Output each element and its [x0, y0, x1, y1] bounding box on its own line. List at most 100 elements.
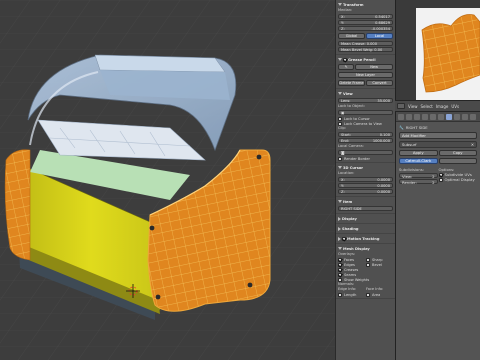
transform-header[interactable]: Transform [338, 1, 393, 8]
edges-checkbox[interactable]: Edges [338, 262, 365, 267]
expand-triangle-icon [338, 3, 342, 6]
cursor-header[interactable]: 3D Cursor [338, 164, 393, 171]
render-tab-icon[interactable] [398, 113, 404, 120]
item-name-field[interactable]: RIGHT SIDE [338, 206, 393, 211]
grease-pencil-section: Grease Pencil ✎ New New Layer Delete Fra… [336, 55, 395, 89]
object-tab-icon[interactable] [430, 113, 436, 120]
uv-menu-view[interactable]: View [408, 104, 418, 109]
expand-triangle-icon [338, 58, 342, 61]
item-section: Item RIGHT SIDE [336, 197, 395, 214]
shading-section: Shading [336, 224, 395, 234]
render-border-checkbox[interactable]: Render Border [338, 156, 393, 161]
convert-button[interactable]: Convert [366, 80, 393, 86]
uv-image-editor[interactable] [395, 0, 480, 100]
modifier-header[interactable]: Subsurf ✕ [399, 141, 477, 148]
cursor-x-field[interactable]: X: 0.0000 [338, 177, 393, 182]
expand-triangle-icon [338, 200, 342, 203]
view-header[interactable]: View [338, 90, 393, 97]
grease-pencil-new-button[interactable]: New [355, 64, 393, 70]
global-button[interactable]: Global [338, 33, 365, 39]
new-layer-button[interactable]: New Layer [338, 72, 393, 78]
object-breadcrumb: 🔧 RIGHT SIDE [399, 125, 428, 130]
panel-bolt [149, 225, 155, 231]
median-x-field[interactable]: X: 0.54017 [338, 14, 393, 19]
lock-object-field[interactable]: ▣ [338, 110, 393, 115]
scene-tab-icon[interactable] [414, 113, 420, 120]
grease-pencil-header[interactable]: Grease Pencil [338, 56, 393, 63]
world-tab-icon[interactable] [422, 113, 428, 120]
shading-header[interactable]: Shading [338, 225, 393, 232]
mesh-display-section: Mesh Display Overlays: Faces Sharp Edges… [336, 244, 395, 299]
close-icon[interactable]: ✕ [471, 142, 474, 147]
simple-button[interactable] [438, 158, 477, 164]
cursor-section: 3D Cursor Location: X: 0.0000 Y: 0.0000 Z:… [336, 163, 395, 197]
lock-to-object-label: Lock to Object: [338, 104, 366, 108]
motion-tracking-section: Motion Tracking [336, 234, 395, 244]
mean-bevel-field[interactable]: Mean Bevel Weig: 0.00 [338, 47, 393, 52]
pencil-icon[interactable]: ✎ [338, 64, 355, 70]
display-section: Display [336, 214, 395, 224]
transform-section: Transform Median: X: 0.54017 Y: 0.68629 Z:… [336, 0, 395, 55]
grease-pencil-checkbox[interactable] [343, 57, 347, 62]
canopy-top [94, 54, 226, 73]
motion-tracking-header[interactable]: Motion Tracking [338, 235, 393, 242]
clip-start-field[interactable]: Start: 0.100 [338, 132, 393, 137]
add-modifier-dropdown[interactable]: Add Modifier [399, 132, 477, 139]
viewport-scene [0, 0, 335, 360]
wrench-icon: 🔧 [399, 125, 404, 130]
local-button[interactable]: Local [366, 33, 393, 39]
cursor-z-field[interactable]: Z: 0.0000 [338, 189, 393, 194]
render-levels-field[interactable]: Render: 2 [399, 179, 438, 185]
mean-crease-field[interactable]: Mean Crease: 0.000 [338, 41, 393, 46]
expand-triangle-icon [338, 166, 342, 169]
motion-tracking-checkbox[interactable] [342, 236, 346, 241]
properties-tabs [396, 112, 480, 122]
collapse-triangle-icon [338, 216, 341, 221]
view-levels-field[interactable]: View: 2 [399, 173, 438, 179]
clip-end-field[interactable]: End: 1000.000 [338, 138, 393, 143]
lens-field[interactable]: Lens: 35.000 [338, 98, 393, 103]
editor-type-icon[interactable] [397, 103, 405, 109]
camera-icon: ◙ [341, 151, 345, 155]
median-z-field[interactable]: Z: -0.000354 [338, 26, 393, 31]
median-label: Median: [338, 8, 353, 12]
panel-bolt [247, 282, 253, 288]
length-checkbox[interactable]: Length [338, 292, 365, 297]
local-camera-field[interactable]: ◙ [338, 150, 393, 155]
apply-button[interactable]: Apply [399, 150, 438, 156]
uv-menu-uvs[interactable]: UVs [451, 104, 459, 109]
catmull-clark-button[interactable]: Catmull-Clark [399, 158, 438, 164]
clip-label: Clip: [338, 126, 346, 130]
texture-tab-icon[interactable] [470, 113, 476, 120]
optimal-display-checkbox[interactable]: Optimal Display [438, 177, 478, 182]
3d-viewport[interactable] [0, 0, 335, 360]
copy-button[interactable]: Copy [438, 150, 477, 156]
layers-tab-icon[interactable] [406, 113, 412, 120]
collapse-triangle-icon [338, 226, 341, 231]
data-tab-icon[interactable] [454, 113, 460, 120]
cursor-y-field[interactable]: Y: 0.0000 [338, 183, 393, 188]
material-tab-icon[interactable] [462, 113, 468, 120]
uv-editor-header: View Select Image UVs [395, 100, 480, 112]
local-camera-label: Local Camera: [338, 144, 364, 148]
subdivisions-label: Subdivisions: [399, 167, 425, 172]
uv-menu-image[interactable]: Image [436, 104, 449, 109]
collapse-triangle-icon [338, 236, 341, 241]
uv-canvas [416, 8, 480, 100]
delete-frame-button[interactable]: Delete Frame [338, 80, 365, 86]
item-header[interactable]: Item [338, 198, 393, 205]
properties-editor: 🔧 RIGHT SIDE Add Modifier Subsurf ✕ Appl… [395, 112, 480, 360]
cursor-location-label: Location: [338, 171, 355, 175]
uv-menu-select[interactable]: Select [421, 104, 433, 109]
mesh-display-header[interactable]: Mesh Display [338, 245, 393, 252]
median-y-field[interactable]: Y: 0.68629 [338, 20, 393, 25]
properties-shelf: Transform Median: X: 0.54017 Y: 0.68629 Z:… [335, 0, 395, 360]
modifiers-tab-icon[interactable] [446, 113, 452, 120]
constraints-tab-icon[interactable] [438, 113, 444, 120]
bevel-checkbox[interactable]: Bevel [366, 262, 393, 267]
cube-icon: ▣ [341, 111, 345, 115]
expand-triangle-icon [338, 247, 342, 250]
display-header[interactable]: Display [338, 215, 393, 222]
area-checkbox[interactable]: Area [366, 292, 393, 297]
panel-bolt [256, 154, 262, 160]
